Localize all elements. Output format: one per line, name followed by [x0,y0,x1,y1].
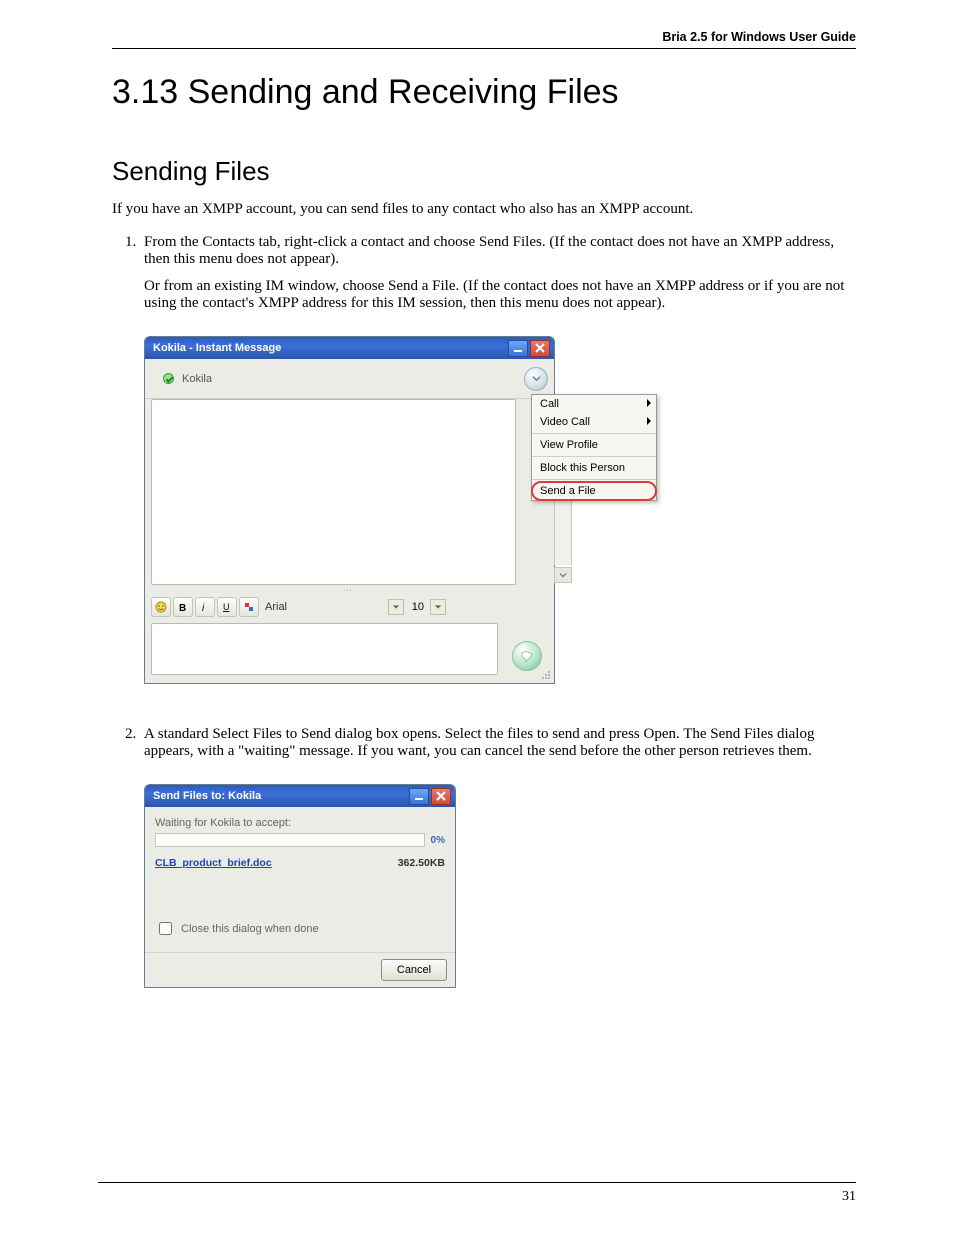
menu-item-send-file[interactable]: Send a File [532,482,656,500]
italic-button[interactable]: i [195,597,215,617]
svg-text:B: B [179,603,186,613]
contact-name: Kokila [182,373,212,385]
step-1-text-b: Or from an existing IM window, choose Se… [144,278,856,312]
cancel-button[interactable]: Cancel [381,959,447,981]
close-when-done-checkbox[interactable] [159,922,172,935]
font-name-label: Arial [265,601,287,613]
emoji-button[interactable] [151,597,171,617]
font-size-dropdown[interactable] [430,599,446,615]
send-files-dialog: Send Files to: Kokila Waiting for Kokila… [144,784,456,988]
chevron-right-icon [646,416,652,428]
chevron-right-icon [646,398,652,410]
compose-input[interactable] [151,623,498,675]
im-window: Kokila - Instant Message [144,336,555,684]
resize-grip-icon[interactable] [539,668,551,680]
menu-separator [532,456,656,457]
intro-paragraph: If you have an XMPP account, you can sen… [112,201,856,218]
font-size-label: 10 [412,601,424,613]
svg-text:U: U [223,602,230,612]
figure-im-window: Kokila - Instant Message [144,336,856,684]
progress-bar [155,833,425,847]
presence-online-icon [163,373,174,384]
step-2: A standard Select Files to Send dialog b… [140,726,856,988]
titlebar[interactable]: Kokila - Instant Message [145,337,554,359]
window-title: Kokila - Instant Message [153,342,281,354]
step-2-text: A standard Select Files to Send dialog b… [144,726,814,759]
menu-item-view-profile[interactable]: View Profile [532,436,656,454]
font-name-dropdown[interactable] [388,599,404,615]
contact-actions-button[interactable] [524,367,548,391]
waiting-label: Waiting for Kokila to accept: [155,817,445,829]
file-size: 362.50KB [398,857,445,869]
menu-item-video-call[interactable]: Video Call [532,413,656,431]
page-footer: 31 [98,1182,856,1205]
step-1: From the Contacts tab, right-click a con… [140,234,856,684]
bold-button[interactable]: B [173,597,193,617]
heading-subsection: Sending Files [112,156,856,187]
menu-item-call[interactable]: Call [532,395,656,413]
page-number: 31 [842,1189,856,1204]
format-toolbar: B i U Arial [151,595,548,619]
heading-section: 3.13 Sending and Receiving Files [112,73,856,112]
menu-separator [532,433,656,434]
dialog-title: Send Files to: Kokila [153,790,261,802]
file-link[interactable]: CLB_product_brief.doc [155,857,272,869]
send-button[interactable] [512,641,542,671]
scroll-down-button[interactable] [554,567,572,583]
message-history [151,399,516,585]
close-button[interactable] [431,788,451,805]
contact-bar: Kokila [145,359,554,399]
minimize-button[interactable] [409,788,429,805]
svg-text:i: i [202,603,205,613]
running-header: Bria 2.5 for Windows User Guide [112,30,856,49]
progress-percent: 0% [431,835,445,846]
close-when-done-label: Close this dialog when done [181,923,319,935]
minimize-button[interactable] [508,340,528,357]
font-color-button[interactable] [239,597,259,617]
close-button[interactable] [530,340,550,357]
menu-item-block[interactable]: Block this Person [532,459,656,477]
step-1-text-a: From the Contacts tab, right-click a con… [144,234,834,267]
titlebar[interactable]: Send Files to: Kokila [145,785,455,807]
underline-button[interactable]: U [217,597,237,617]
split-gripper[interactable]: ⋯ [145,585,554,595]
contact-context-menu: Call Video Call View Profile [531,394,657,501]
menu-separator [532,479,656,480]
